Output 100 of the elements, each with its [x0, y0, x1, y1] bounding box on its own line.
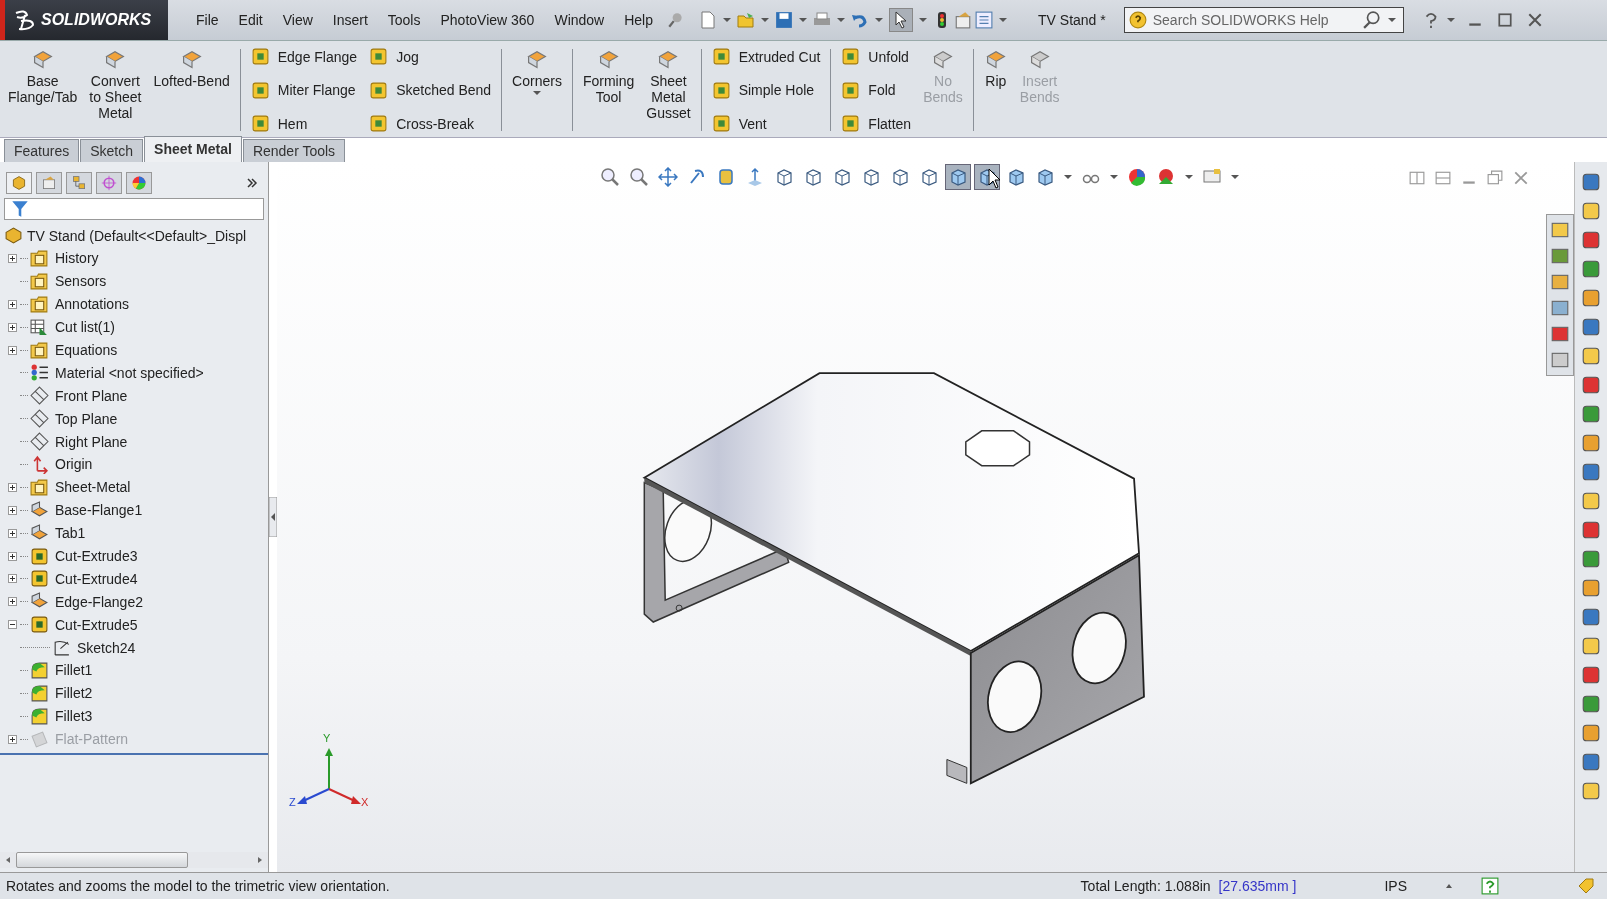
- tree-item[interactable]: Cut-Extrude3: [28, 546, 138, 566]
- command-tab[interactable]: Sheet Metal: [144, 136, 242, 162]
- ribbon-button[interactable]: Corners: [508, 45, 566, 135]
- command-icon[interactable]: [1581, 201, 1601, 221]
- expand-toggle[interactable]: [7, 345, 17, 355]
- menu-item[interactable]: PhotoView 360: [430, 12, 545, 28]
- tree-item[interactable]: Front Plane: [28, 386, 128, 406]
- command-icon[interactable]: [1581, 781, 1601, 801]
- save-icon[interactable]: [775, 11, 793, 29]
- menu-item[interactable]: File: [186, 12, 229, 28]
- scroll-left-icon[interactable]: [4, 856, 12, 864]
- menu-item[interactable]: Window: [544, 12, 615, 28]
- up-arrow-icon[interactable]: [1445, 882, 1453, 890]
- dropdown-arrow-icon[interactable]: [1110, 175, 1118, 179]
- expand-toggle[interactable]: [7, 482, 17, 492]
- ribbon-button[interactable]: Hem: [246, 112, 362, 135]
- tree-item[interactable]: Annotations: [28, 294, 129, 314]
- dropdown-arrow-icon[interactable]: [723, 18, 731, 22]
- help-search-field[interactable]: Search SOLIDWORKS Help: [1123, 7, 1404, 33]
- collapse-handle[interactable]: [269, 497, 277, 537]
- tree-item[interactable]: Base-Flange1: [28, 500, 143, 520]
- expand-toggle[interactable]: [7, 253, 17, 263]
- ribbon-button[interactable]: Sketched Bend: [365, 78, 496, 102]
- tag-icon[interactable]: [1577, 877, 1595, 895]
- dropdown-arrow-icon[interactable]: [761, 18, 769, 22]
- ribbon-button[interactable]: Fold: [837, 78, 916, 102]
- menu-item[interactable]: View: [272, 12, 323, 28]
- tree-item[interactable]: TV Stand (Default<<Default>_Displ: [4, 224, 268, 247]
- search-icon[interactable]: [1362, 11, 1381, 29]
- expand-chevron-icon[interactable]: [246, 177, 258, 189]
- command-icon[interactable]: [1581, 433, 1601, 453]
- ribbon-button[interactable]: Flatten: [837, 112, 916, 135]
- expand-toggle[interactable]: [7, 620, 17, 630]
- menu-item[interactable]: Help: [614, 12, 663, 28]
- command-icon[interactable]: [1581, 491, 1601, 511]
- ribbon-button[interactable]: Extruded Cut: [707, 45, 825, 68]
- command-icon[interactable]: [1581, 462, 1601, 482]
- dropdown-arrow-icon[interactable]: [533, 91, 541, 95]
- tree-item[interactable]: History: [28, 248, 99, 268]
- command-icon[interactable]: [1581, 259, 1601, 279]
- command-icon[interactable]: [1581, 665, 1601, 685]
- pin-icon[interactable]: [667, 11, 685, 29]
- select-button[interactable]: [889, 8, 913, 32]
- ribbon-button[interactable]: Jog: [365, 45, 496, 68]
- help-icon[interactable]: [1481, 877, 1499, 895]
- dropdown-arrow-icon[interactable]: [1064, 175, 1072, 179]
- command-icon[interactable]: [1581, 404, 1601, 424]
- color-wheel-tab-icon[interactable]: [126, 172, 152, 194]
- expand-toggle[interactable]: [7, 299, 17, 309]
- tree-item[interactable]: Top Plane: [28, 409, 118, 429]
- list-icon[interactable]: [975, 11, 993, 29]
- tree-item[interactable]: Edge-Flange2: [28, 592, 143, 612]
- ribbon-button[interactable]: Lofted-Bend: [149, 45, 234, 135]
- tree-item[interactable]: Tab1: [28, 523, 86, 543]
- tree-item[interactable]: Fillet1: [28, 660, 93, 680]
- scroll-thumb[interactable]: [16, 852, 188, 868]
- configuration-tab-icon[interactable]: [66, 172, 92, 194]
- filter-field[interactable]: [4, 198, 264, 220]
- pan-icon[interactable]: [655, 164, 681, 190]
- command-icon[interactable]: [1581, 607, 1601, 627]
- ribbon-button[interactable]: Forming Tool: [578, 45, 639, 135]
- maximize-icon[interactable]: [1496, 12, 1513, 28]
- command-icon[interactable]: [1581, 752, 1601, 772]
- menu-item[interactable]: Edit: [228, 12, 273, 28]
- tree-item[interactable]: Sheet-Metal: [28, 477, 131, 497]
- command-tab[interactable]: Render Tools: [242, 139, 346, 162]
- command-icon[interactable]: [1581, 346, 1601, 366]
- close-icon[interactable]: [1526, 12, 1543, 28]
- command-icon[interactable]: [1581, 172, 1601, 192]
- command-icon[interactable]: [1581, 549, 1601, 569]
- command-icon[interactable]: [1581, 636, 1601, 656]
- tree-item[interactable]: Sensors: [28, 271, 107, 291]
- ribbon-button[interactable]: Rip: [979, 45, 1012, 135]
- page-icon[interactable]: [699, 11, 717, 29]
- menu-item[interactable]: Tools: [377, 12, 431, 28]
- dropdown-arrow-icon[interactable]: [1446, 18, 1455, 22]
- tree-item[interactable]: Fillet2: [28, 683, 93, 703]
- expand-toggle[interactable]: [7, 574, 17, 584]
- property-tab-icon[interactable]: [36, 172, 62, 194]
- tree-item[interactable]: Equations: [28, 340, 118, 360]
- expand-toggle[interactable]: [7, 528, 17, 538]
- expand-toggle[interactable]: [7, 597, 17, 607]
- dropdown-arrow-icon[interactable]: [799, 18, 807, 22]
- command-icon[interactable]: [1581, 375, 1601, 395]
- tree-item[interactable]: Material <not specified>: [28, 363, 204, 383]
- ribbon-button[interactable]: Convert to Sheet Metal: [85, 45, 146, 135]
- command-icon[interactable]: [1581, 520, 1601, 540]
- close-icon[interactable]: [1513, 170, 1529, 186]
- units-selector[interactable]: IPS: [1384, 878, 1407, 894]
- dropdown-arrow-icon[interactable]: [875, 18, 883, 22]
- ribbon-button[interactable]: Miter Flange: [246, 78, 362, 102]
- tree-item[interactable]: Cut-Extrude5: [28, 615, 138, 635]
- ribbon-button[interactable]: Edge Flange: [246, 45, 362, 68]
- command-icon[interactable]: [1581, 694, 1601, 714]
- command-tab[interactable]: Features: [4, 139, 80, 162]
- dropdown-arrow-icon[interactable]: [837, 18, 845, 22]
- split-view-icon[interactable]: [1409, 170, 1425, 186]
- dropdown-arrow-icon[interactable]: [999, 18, 1007, 22]
- expand-toggle[interactable]: [7, 505, 17, 515]
- tree-item[interactable]: Cut list(1): [28, 317, 115, 337]
